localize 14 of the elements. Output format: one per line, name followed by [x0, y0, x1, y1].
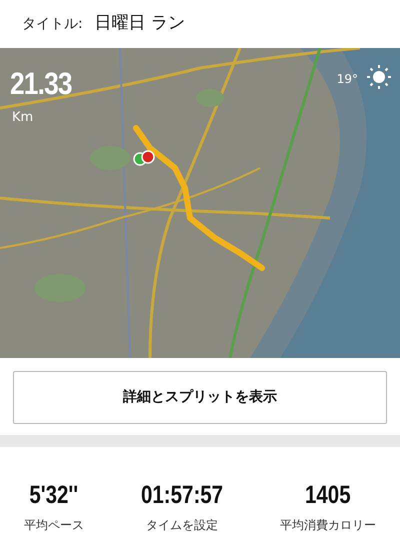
stat-value: 1405	[305, 483, 351, 508]
title-label: タイトル:	[22, 14, 83, 34]
stat-label: 平均ペース	[24, 517, 84, 534]
stat-value: 5'32''	[30, 483, 78, 508]
stat-label: 平均消費カロリー	[280, 517, 376, 534]
stat-value: 01:57:57	[140, 483, 224, 508]
distance-value: 21.33	[10, 68, 72, 99]
stat-label: タイムを設定	[144, 517, 219, 534]
distance-unit: Km	[12, 109, 34, 127]
activity-title: 日曜日 ラン	[94, 12, 186, 36]
sun-icon	[366, 64, 392, 90]
details-button[interactable]: 詳細とスプリットを表示	[13, 371, 387, 424]
end-marker	[141, 150, 155, 164]
temperature: 19°	[336, 71, 358, 88]
